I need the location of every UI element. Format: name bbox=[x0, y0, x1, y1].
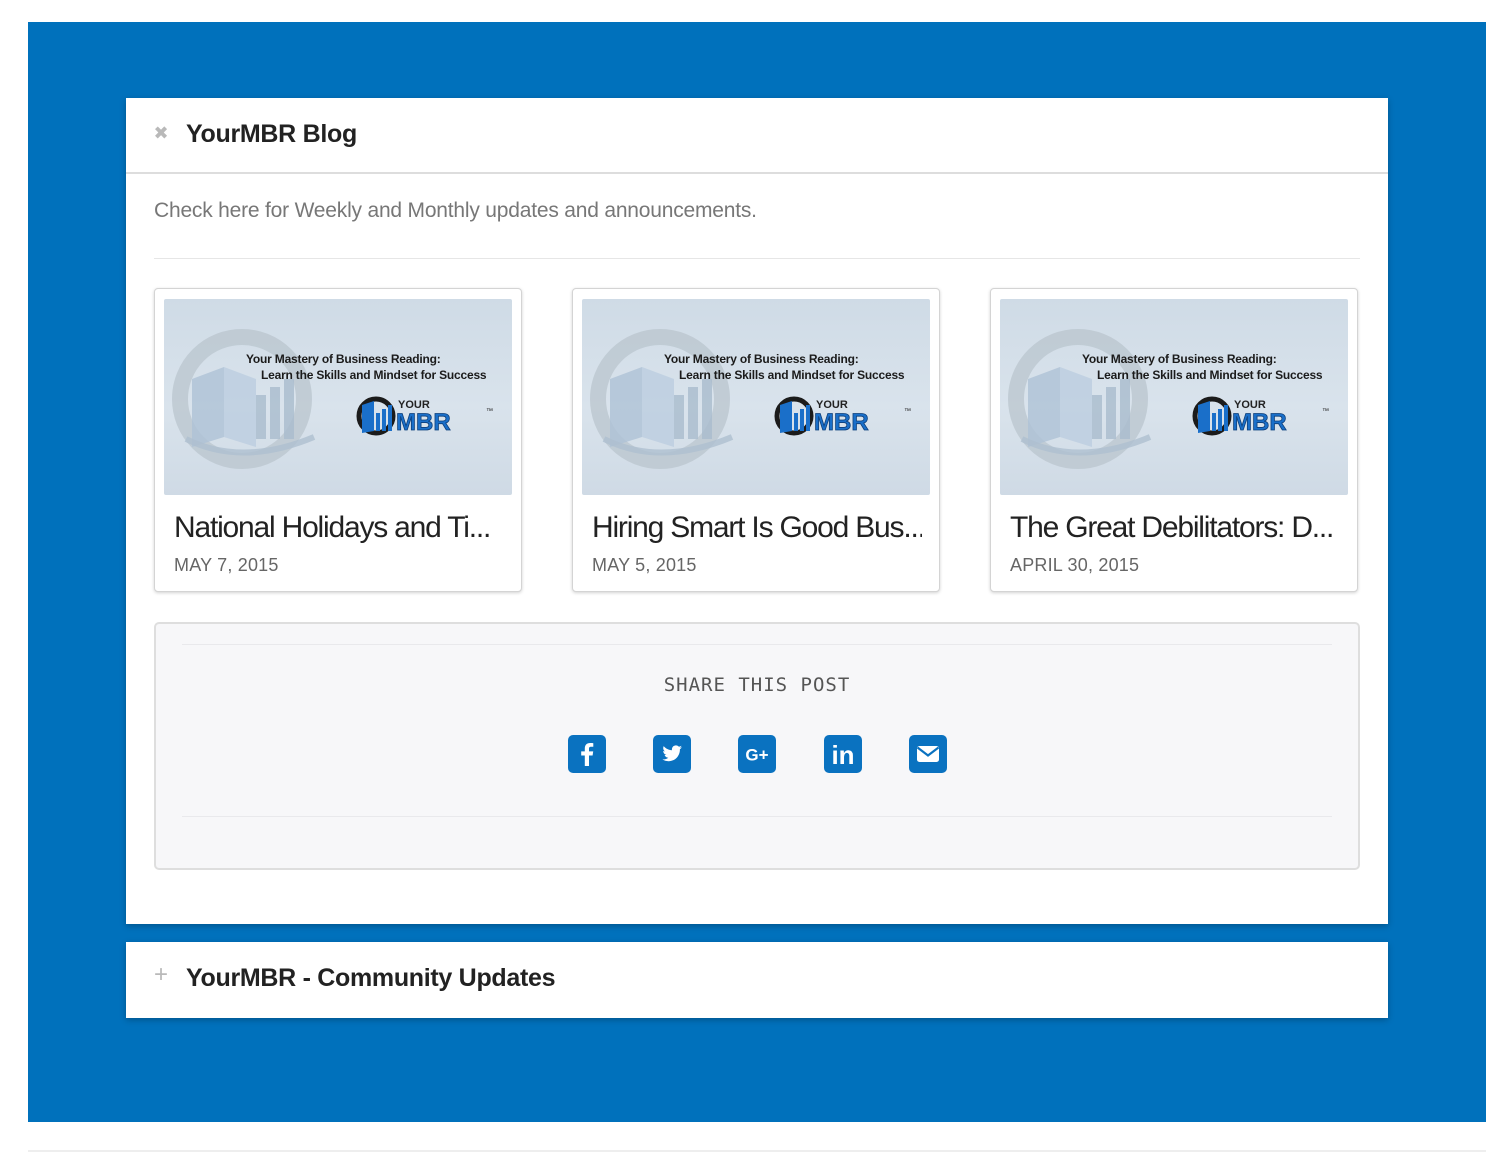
google-plus-share-button[interactable]: G+ bbox=[738, 735, 776, 773]
logo-mbr-text: MBR bbox=[396, 409, 451, 436]
post-card[interactable]: YOUR MBR ™ Your Mastery of Business Read… bbox=[572, 288, 940, 592]
thumbnail-tagline: Your Mastery of Business Reading: bbox=[664, 352, 859, 366]
divider bbox=[154, 258, 1360, 259]
svg-text:™: ™ bbox=[486, 408, 493, 415]
community-panel: + YourMBR - Community Updates bbox=[126, 942, 1388, 1018]
post-date: APRIL 30, 2015 bbox=[1010, 555, 1140, 575]
thumbnail-subtagline: Learn the Skills and Mindset for Success bbox=[1097, 368, 1323, 382]
post-title[interactable]: Hiring Smart Is Good Bus... bbox=[592, 511, 922, 545]
blog-panel: ✖ YourMBR Blog Check here for Weekly and… bbox=[126, 98, 1388, 924]
email-icon bbox=[916, 746, 940, 762]
share-label: SHARE THIS POST bbox=[663, 674, 851, 696]
logo-mbr-text: MBR bbox=[1232, 409, 1287, 436]
svg-text:™: ™ bbox=[904, 408, 911, 415]
google-plus-icon: G+ bbox=[745, 746, 768, 765]
twitter-share-button[interactable] bbox=[653, 735, 691, 773]
page-footer-divider bbox=[28, 1150, 1486, 1152]
linkedin-share-button[interactable]: in bbox=[824, 735, 862, 773]
thumbnail-tagline: Your Mastery of Business Reading: bbox=[1082, 352, 1277, 366]
book-logo-icon: YOUR MBR ™ bbox=[172, 329, 493, 469]
blog-intro-text: Check here for Weekly and Monthly update… bbox=[154, 199, 757, 222]
facebook-share-button[interactable] bbox=[568, 735, 606, 773]
svg-text:in: in bbox=[831, 740, 854, 770]
community-panel-title: YourMBR - Community Updates bbox=[186, 964, 556, 992]
logo-mbr-text: MBR bbox=[814, 409, 869, 436]
post-thumbnail[interactable]: YOUR MBR ™ Your Mastery of Business Read… bbox=[1000, 299, 1348, 495]
post-card[interactable]: YOUR MBR ™ Your Mastery of Business Read… bbox=[154, 288, 522, 592]
plus-icon[interactable]: + bbox=[152, 963, 170, 987]
post-date: MAY 7, 2015 bbox=[174, 555, 279, 575]
email-share-button[interactable] bbox=[909, 735, 947, 773]
blog-panel-title: YourMBR Blog bbox=[186, 120, 357, 148]
twitter-icon bbox=[662, 745, 682, 762]
post-card[interactable]: YOUR MBR ™ Your Mastery of Business Read… bbox=[990, 288, 1358, 592]
divider bbox=[182, 644, 1332, 645]
thumbnail-subtagline: Learn the Skills and Mindset for Success bbox=[261, 368, 487, 382]
svg-text:™: ™ bbox=[1322, 408, 1329, 415]
facebook-icon bbox=[581, 743, 594, 766]
post-date: MAY 5, 2015 bbox=[592, 555, 697, 575]
share-box: SHARE THIS POST G+ in bbox=[154, 622, 1360, 870]
community-panel-header[interactable]: + YourMBR - Community Updates bbox=[126, 942, 1388, 1018]
post-title[interactable]: National Holidays and Ti... bbox=[174, 511, 504, 545]
post-title[interactable]: The Great Debilitators: D... bbox=[1010, 511, 1340, 545]
book-logo-icon: YOUR MBR ™ bbox=[590, 329, 911, 469]
divider bbox=[182, 816, 1332, 817]
close-icon[interactable]: ✖ bbox=[152, 124, 170, 142]
blog-panel-header[interactable]: ✖ YourMBR Blog bbox=[126, 98, 1388, 174]
linkedin-icon: in bbox=[831, 740, 854, 770]
book-logo-icon: YOUR MBR ™ bbox=[1008, 329, 1329, 469]
thumbnail-tagline: Your Mastery of Business Reading: bbox=[246, 352, 441, 366]
svg-text:G+: G+ bbox=[745, 746, 768, 765]
post-thumbnail[interactable]: YOUR MBR ™ Your Mastery of Business Read… bbox=[582, 299, 930, 495]
blue-background: ✖ YourMBR Blog Check here for Weekly and… bbox=[28, 22, 1486, 1122]
share-icon-row: G+ in bbox=[568, 735, 948, 775]
post-thumbnail[interactable]: YOUR MBR ™ Your Mastery of Business Read… bbox=[164, 299, 512, 495]
thumbnail-subtagline: Learn the Skills and Mindset for Success bbox=[679, 368, 905, 382]
